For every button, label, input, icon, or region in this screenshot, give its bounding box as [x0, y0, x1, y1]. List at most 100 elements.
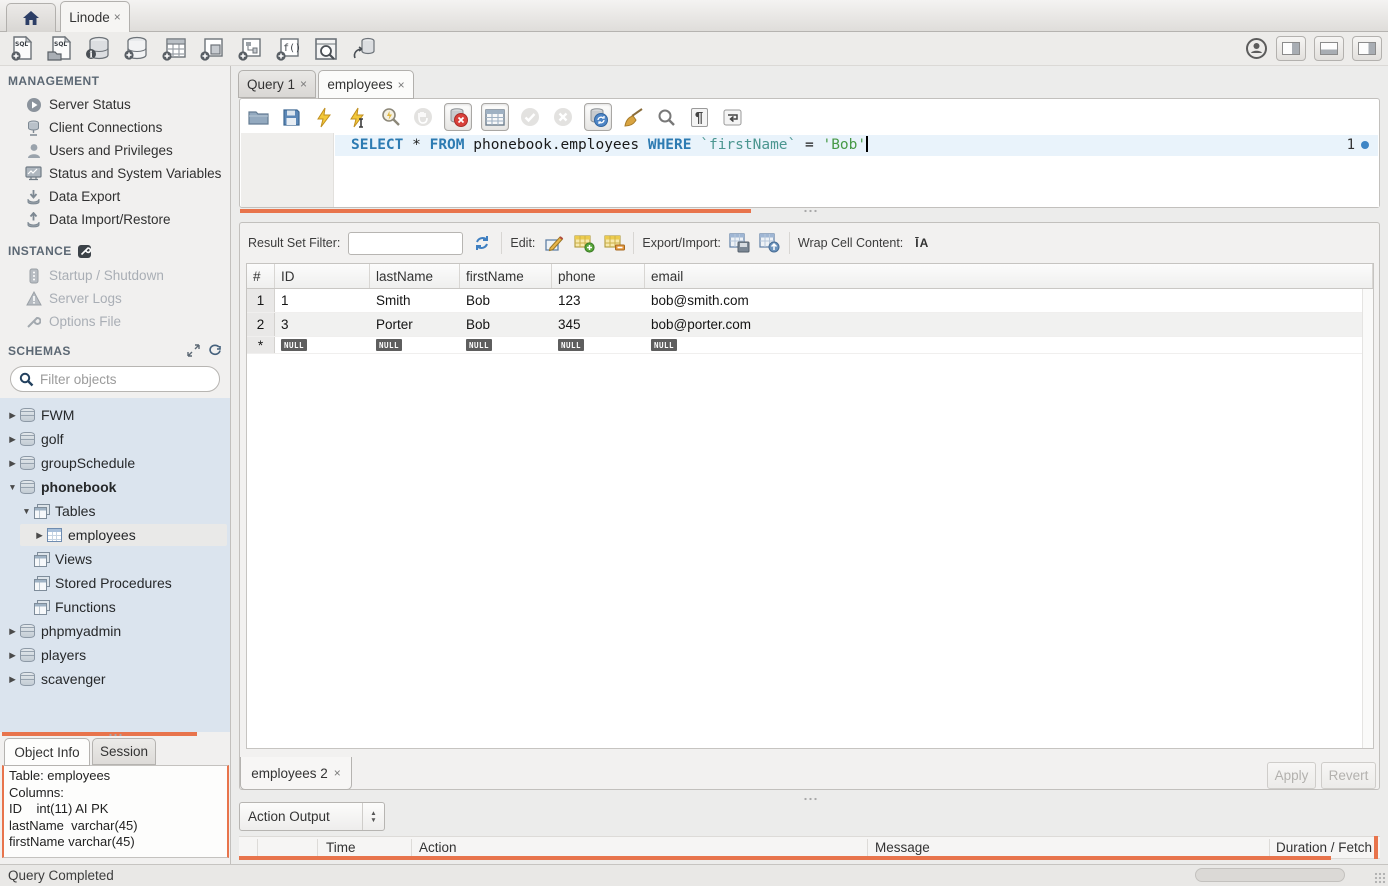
- tree-item-players[interactable]: ▶players: [0, 643, 230, 667]
- null-badge[interactable]: NULL: [281, 339, 307, 351]
- toggle-autocommit-button[interactable]: [584, 103, 612, 131]
- col-lastname[interactable]: lastName: [370, 264, 460, 288]
- search-table-data-icon[interactable]: [312, 35, 339, 62]
- refresh-schemas-icon[interactable]: [208, 344, 222, 357]
- editor-result-splitter[interactable]: [240, 209, 751, 213]
- tab-session[interactable]: Session: [92, 738, 156, 765]
- tree-item-phonebook[interactable]: ▼phonebook: [0, 475, 230, 499]
- sidebar-item-system-variables[interactable]: Status and System Variables: [0, 162, 231, 185]
- toggle-wrap-icon[interactable]: [720, 105, 744, 129]
- schema-inspector-icon[interactable]: i: [84, 35, 111, 62]
- close-icon[interactable]: ×: [334, 766, 341, 780]
- tree-item-functions[interactable]: Functions: [0, 595, 230, 619]
- tree-item-tables[interactable]: ▼Tables: [0, 499, 230, 523]
- expand-arrow-icon[interactable]: ▶: [33, 530, 46, 541]
- query-tab-1[interactable]: Query 1 ×: [238, 70, 316, 98]
- create-schema-icon[interactable]: [122, 35, 149, 62]
- execute-query-icon[interactable]: [312, 105, 336, 129]
- notifications-icon[interactable]: [1245, 37, 1268, 60]
- tree-item-golf[interactable]: ▶golf: [0, 427, 230, 451]
- sidebar-item-startup-shutdown[interactable]: Startup / Shutdown: [0, 264, 231, 287]
- expand-arrow-icon[interactable]: ▶: [6, 410, 19, 421]
- toggle-stop-on-error-button[interactable]: [444, 103, 472, 131]
- open-script-icon[interactable]: [246, 105, 270, 129]
- null-badge[interactable]: NULL: [376, 339, 402, 351]
- create-table-icon[interactable]: [160, 35, 187, 62]
- revert-button[interactable]: Revert: [1321, 762, 1376, 789]
- result-filter-input[interactable]: [348, 232, 463, 255]
- sidebar-item-options-file[interactable]: Options File: [0, 310, 231, 333]
- home-tab[interactable]: [6, 3, 56, 32]
- stop-query-icon[interactable]: [411, 105, 435, 129]
- schema-filter-input[interactable]: [40, 372, 190, 387]
- execute-current-statement-icon[interactable]: [345, 105, 369, 129]
- collapse-arrow-icon[interactable]: ▼: [6, 482, 19, 492]
- col-id[interactable]: ID: [275, 264, 370, 288]
- find-icon[interactable]: [654, 105, 678, 129]
- expand-arrow-icon[interactable]: ▶: [6, 674, 19, 685]
- expand-panel-icon[interactable]: [187, 344, 200, 357]
- toggle-right-sidebar-button[interactable]: [1352, 36, 1382, 61]
- import-records-icon[interactable]: [759, 232, 781, 254]
- create-stored-procedure-icon[interactable]: [236, 35, 263, 62]
- horizontal-scrollbar-thumb[interactable]: [1195, 868, 1345, 882]
- output-selector[interactable]: Action Output ▲ ▼: [239, 802, 385, 831]
- reconnect-dbms-icon[interactable]: [350, 35, 377, 62]
- tree-item-groupschedule[interactable]: ▶groupSchedule: [0, 451, 230, 475]
- rollback-icon[interactable]: [551, 105, 575, 129]
- null-badge[interactable]: NULL: [466, 339, 492, 351]
- resultset-tab-employees-2[interactable]: employees 2 ×: [240, 757, 352, 790]
- close-icon[interactable]: ×: [114, 10, 121, 24]
- new-sql-tab-icon[interactable]: SQL: [8, 35, 35, 62]
- sidebar-splitter[interactable]: [2, 732, 197, 736]
- sidebar-item-server-status[interactable]: Server Status: [0, 93, 231, 116]
- sidebar-item-users-privileges[interactable]: Users and Privileges: [0, 139, 231, 162]
- resize-grip[interactable]: [1374, 872, 1386, 884]
- delete-row-icon[interactable]: [603, 232, 625, 254]
- tree-item-stored-procedures[interactable]: Stored Procedures: [0, 571, 230, 595]
- toggle-left-sidebar-button[interactable]: [1276, 36, 1306, 61]
- export-recordset-icon[interactable]: [729, 232, 751, 254]
- col-message[interactable]: Message: [875, 840, 930, 855]
- sidebar-item-client-connections[interactable]: Client Connections: [0, 116, 231, 139]
- vertical-scrollbar[interactable]: [1362, 289, 1373, 748]
- null-badge[interactable]: NULL: [558, 339, 584, 351]
- tree-item-employees[interactable]: ▶employees: [0, 523, 230, 547]
- sidebar-item-data-import[interactable]: Data Import/Restore: [0, 208, 231, 231]
- col-email[interactable]: email: [645, 264, 1373, 288]
- col-rownum[interactable]: #: [247, 264, 275, 288]
- apply-button[interactable]: Apply: [1267, 762, 1316, 789]
- splitter-grip[interactable]: [803, 209, 818, 213]
- toggle-output-area-button[interactable]: [1314, 36, 1344, 61]
- edit-record-icon[interactable]: [543, 232, 565, 254]
- tree-item-scavenger[interactable]: ▶scavenger: [0, 667, 230, 691]
- commit-icon[interactable]: [518, 105, 542, 129]
- create-function-icon[interactable]: f(): [274, 35, 301, 62]
- tree-item-views[interactable]: Views: [0, 547, 230, 571]
- sidebar-item-server-logs[interactable]: Server Logs: [0, 287, 231, 310]
- wrap-cell-content-icon[interactable]: ĪA: [911, 232, 933, 254]
- close-icon[interactable]: ×: [300, 77, 307, 91]
- expand-arrow-icon[interactable]: ▶: [6, 458, 19, 469]
- col-action[interactable]: Action: [419, 840, 457, 855]
- show-invisibles-icon[interactable]: ¶: [687, 105, 711, 129]
- null-badge[interactable]: NULL: [651, 339, 677, 351]
- splitter-grip[interactable]: [108, 733, 123, 737]
- tab-object-info[interactable]: Object Info: [4, 738, 90, 766]
- beautify-sql-icon[interactable]: [621, 105, 645, 129]
- create-view-icon[interactable]: [198, 35, 225, 62]
- open-sql-script-icon[interactable]: SQL: [46, 35, 73, 62]
- col-time[interactable]: Time: [326, 840, 356, 855]
- tree-item-fwm[interactable]: ▶FWM: [0, 403, 230, 427]
- explain-plan-icon[interactable]: [378, 105, 402, 129]
- insert-row-icon[interactable]: [573, 232, 595, 254]
- col-phone[interactable]: phone: [552, 264, 645, 288]
- save-script-icon[interactable]: [279, 105, 303, 129]
- col-duration-fetch[interactable]: Duration / Fetch: [1276, 840, 1372, 855]
- toggle-limit-rows-button[interactable]: [481, 103, 509, 131]
- expand-arrow-icon[interactable]: ▶: [6, 650, 19, 661]
- refresh-results-icon[interactable]: [471, 232, 493, 254]
- expand-arrow-icon[interactable]: ▶: [6, 626, 19, 637]
- sidebar-item-data-export[interactable]: Data Export: [0, 185, 231, 208]
- connection-tab-linode[interactable]: Linode ×: [60, 1, 130, 32]
